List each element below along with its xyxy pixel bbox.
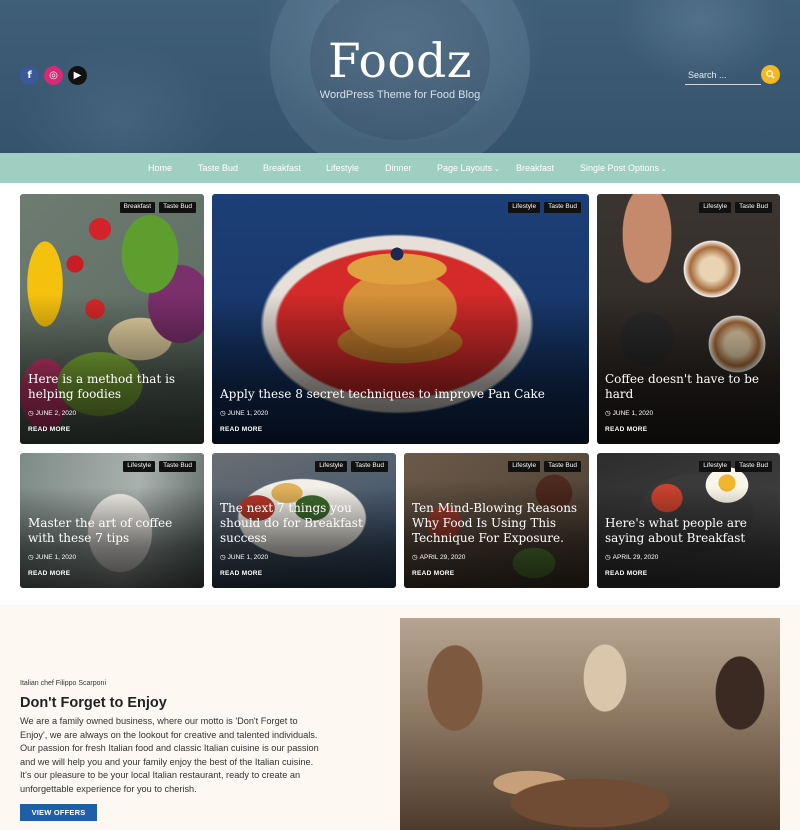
tag-badge[interactable]: Taste Bud xyxy=(351,461,388,472)
clock-icon: ◷ xyxy=(412,554,418,561)
nav-item-single-post-options[interactable]: Single Post Options ⌄ xyxy=(580,153,667,183)
post-tags: Lifestyle Taste Bud xyxy=(508,202,581,213)
nav-item-label: Home xyxy=(148,163,173,173)
read-more-link[interactable]: READ MORE xyxy=(605,426,647,433)
post-title[interactable]: The next 7 things you should do for Brea… xyxy=(220,501,388,546)
post-date-text: JUNE 1, 2020 xyxy=(227,553,269,561)
post-title[interactable]: Master the art of coffee with these 7 ti… xyxy=(28,516,196,546)
tag-badge[interactable]: Taste Bud xyxy=(544,202,581,213)
post-date-text: JUNE 2, 2020 xyxy=(35,409,77,417)
chevron-down-icon: ⌄ xyxy=(661,166,667,173)
post-date-text: JUNE 1, 2020 xyxy=(35,553,77,561)
chevron-down-icon: ⌄ xyxy=(494,166,500,173)
post-tags: Lifestyle Taste Bud xyxy=(315,461,388,472)
post-date: ◷ JUNE 1, 2020 xyxy=(28,553,77,562)
tag-badge[interactable]: Taste Bud xyxy=(735,202,772,213)
tag-badge[interactable]: Lifestyle xyxy=(508,461,541,472)
post-card[interactable]: Lifestyle Taste Bud Ten Mind-Blowing Rea… xyxy=(404,453,589,588)
clock-icon: ◷ xyxy=(605,410,611,417)
nav-item-home[interactable]: Home xyxy=(148,153,172,183)
post-card[interactable]: Lifestyle Taste Bud Master the art of co… xyxy=(20,453,204,588)
post-tags: Lifestyle Taste Bud xyxy=(699,202,772,213)
tag-badge[interactable]: Lifestyle xyxy=(699,461,732,472)
post-title[interactable]: Ten Mind-Blowing Reasons Why Food Is Usi… xyxy=(412,501,581,546)
post-title[interactable]: Here is a method that is helping foodies xyxy=(28,372,196,402)
search-icon xyxy=(766,70,775,79)
nav-item-label: Single Post Options xyxy=(580,163,660,173)
card-overlay xyxy=(212,294,589,444)
post-title[interactable]: Coffee doesn't have to be hard xyxy=(605,372,772,402)
post-date-text: JUNE 1, 2020 xyxy=(227,409,269,417)
nav-item-label: Taste Bud xyxy=(198,163,239,173)
nav-item-label: Lifestyle xyxy=(326,163,360,173)
nav-item-label: Breakfast xyxy=(516,163,555,173)
post-title[interactable]: Here's what people are saying about Brea… xyxy=(605,516,772,546)
post-date: ◷ JUNE 1, 2020 xyxy=(220,553,269,562)
post-card[interactable]: Breakfast Taste Bud Here is a method tha… xyxy=(20,194,204,444)
about-eyebrow: Italian chef Filippo Scarponi xyxy=(20,680,106,687)
post-tags: Lifestyle Taste Bud xyxy=(508,461,581,472)
nav-item-dinner[interactable]: Dinner xyxy=(385,153,412,183)
clock-icon: ◷ xyxy=(28,554,34,561)
card-overlay xyxy=(597,294,780,444)
nav-item-label: Dinner xyxy=(385,163,412,173)
post-card[interactable]: Lifestyle Taste Bud Here's what people a… xyxy=(597,453,780,588)
tag-badge[interactable]: Lifestyle xyxy=(315,461,348,472)
read-more-link[interactable]: READ MORE xyxy=(28,426,70,433)
tag-badge[interactable]: Taste Bud xyxy=(735,461,772,472)
nav-item-breakfast-2[interactable]: Breakfast xyxy=(516,153,554,183)
nav-item-lifestyle[interactable]: Lifestyle xyxy=(326,153,359,183)
clock-icon: ◷ xyxy=(220,554,226,561)
clock-icon: ◷ xyxy=(605,554,611,561)
post-card[interactable]: Lifestyle Taste Bud The next 7 things yo… xyxy=(212,453,396,588)
read-more-link[interactable]: READ MORE xyxy=(220,570,262,577)
site-title[interactable]: Foodz xyxy=(0,34,800,89)
tag-badge[interactable]: Lifestyle xyxy=(508,202,541,213)
post-date: ◷ JUNE 1, 2020 xyxy=(220,409,269,418)
main-navigation: Home Taste Bud Breakfast Lifestyle Dinne… xyxy=(0,153,800,183)
read-more-link[interactable]: READ MORE xyxy=(220,426,262,433)
site-header: f ◎ ▶ Foodz WordPress Theme for Food Blo… xyxy=(0,0,800,153)
post-date: ◷ APRIL 29, 2020 xyxy=(605,553,659,562)
search-input[interactable] xyxy=(685,65,761,85)
tag-badge[interactable]: Taste Bud xyxy=(159,202,196,213)
tag-badge[interactable]: Breakfast xyxy=(119,202,156,213)
tag-badge[interactable]: Lifestyle xyxy=(123,461,156,472)
view-offers-button[interactable]: VIEW OFFERS xyxy=(20,804,97,821)
nav-item-breakfast[interactable]: Breakfast xyxy=(263,153,301,183)
post-card[interactable]: Lifestyle Taste Bud Coffee doesn't have … xyxy=(597,194,780,444)
nav-item-taste-bud[interactable]: Taste Bud xyxy=(198,153,238,183)
about-heading: Don't Forget to Enjoy xyxy=(20,695,167,711)
read-more-link[interactable]: READ MORE xyxy=(412,570,454,577)
tag-badge[interactable]: Lifestyle xyxy=(699,202,732,213)
post-card[interactable]: Lifestyle Taste Bud Apply these 8 secret… xyxy=(212,194,589,444)
post-tags: Breakfast Taste Bud xyxy=(119,202,196,213)
post-tags: Lifestyle Taste Bud xyxy=(123,461,196,472)
tag-badge[interactable]: Taste Bud xyxy=(544,461,581,472)
nav-item-label: Page Layouts xyxy=(437,163,493,173)
read-more-link[interactable]: READ MORE xyxy=(605,570,647,577)
nav-item-page-layouts[interactable]: Page Layouts ⌄ xyxy=(437,153,500,183)
search-field xyxy=(685,65,761,85)
post-date: ◷ JUNE 1, 2020 xyxy=(605,409,654,418)
post-date-text: APRIL 29, 2020 xyxy=(612,553,659,561)
clock-icon: ◷ xyxy=(28,410,34,417)
read-more-link[interactable]: READ MORE xyxy=(28,570,70,577)
post-date: ◷ JUNE 2, 2020 xyxy=(28,409,77,418)
clock-icon: ◷ xyxy=(220,410,226,417)
post-date: ◷ APRIL 29, 2020 xyxy=(412,553,466,562)
about-section: Italian chef Filippo Scarponi Don't Forg… xyxy=(0,605,800,830)
nav-item-label: Breakfast xyxy=(263,163,302,173)
post-date-text: APRIL 29, 2020 xyxy=(419,553,466,561)
tag-badge[interactable]: Taste Bud xyxy=(159,461,196,472)
post-title[interactable]: Apply these 8 secret techniques to impro… xyxy=(220,387,581,402)
site-tagline: WordPress Theme for Food Blog xyxy=(319,89,481,101)
post-tags: Lifestyle Taste Bud xyxy=(699,461,772,472)
card-overlay xyxy=(20,294,204,444)
about-body: We are a family owned business, where ou… xyxy=(20,716,319,794)
post-date-text: JUNE 1, 2020 xyxy=(612,409,654,417)
restaurant-photo xyxy=(400,618,780,830)
search-button[interactable] xyxy=(761,65,780,84)
